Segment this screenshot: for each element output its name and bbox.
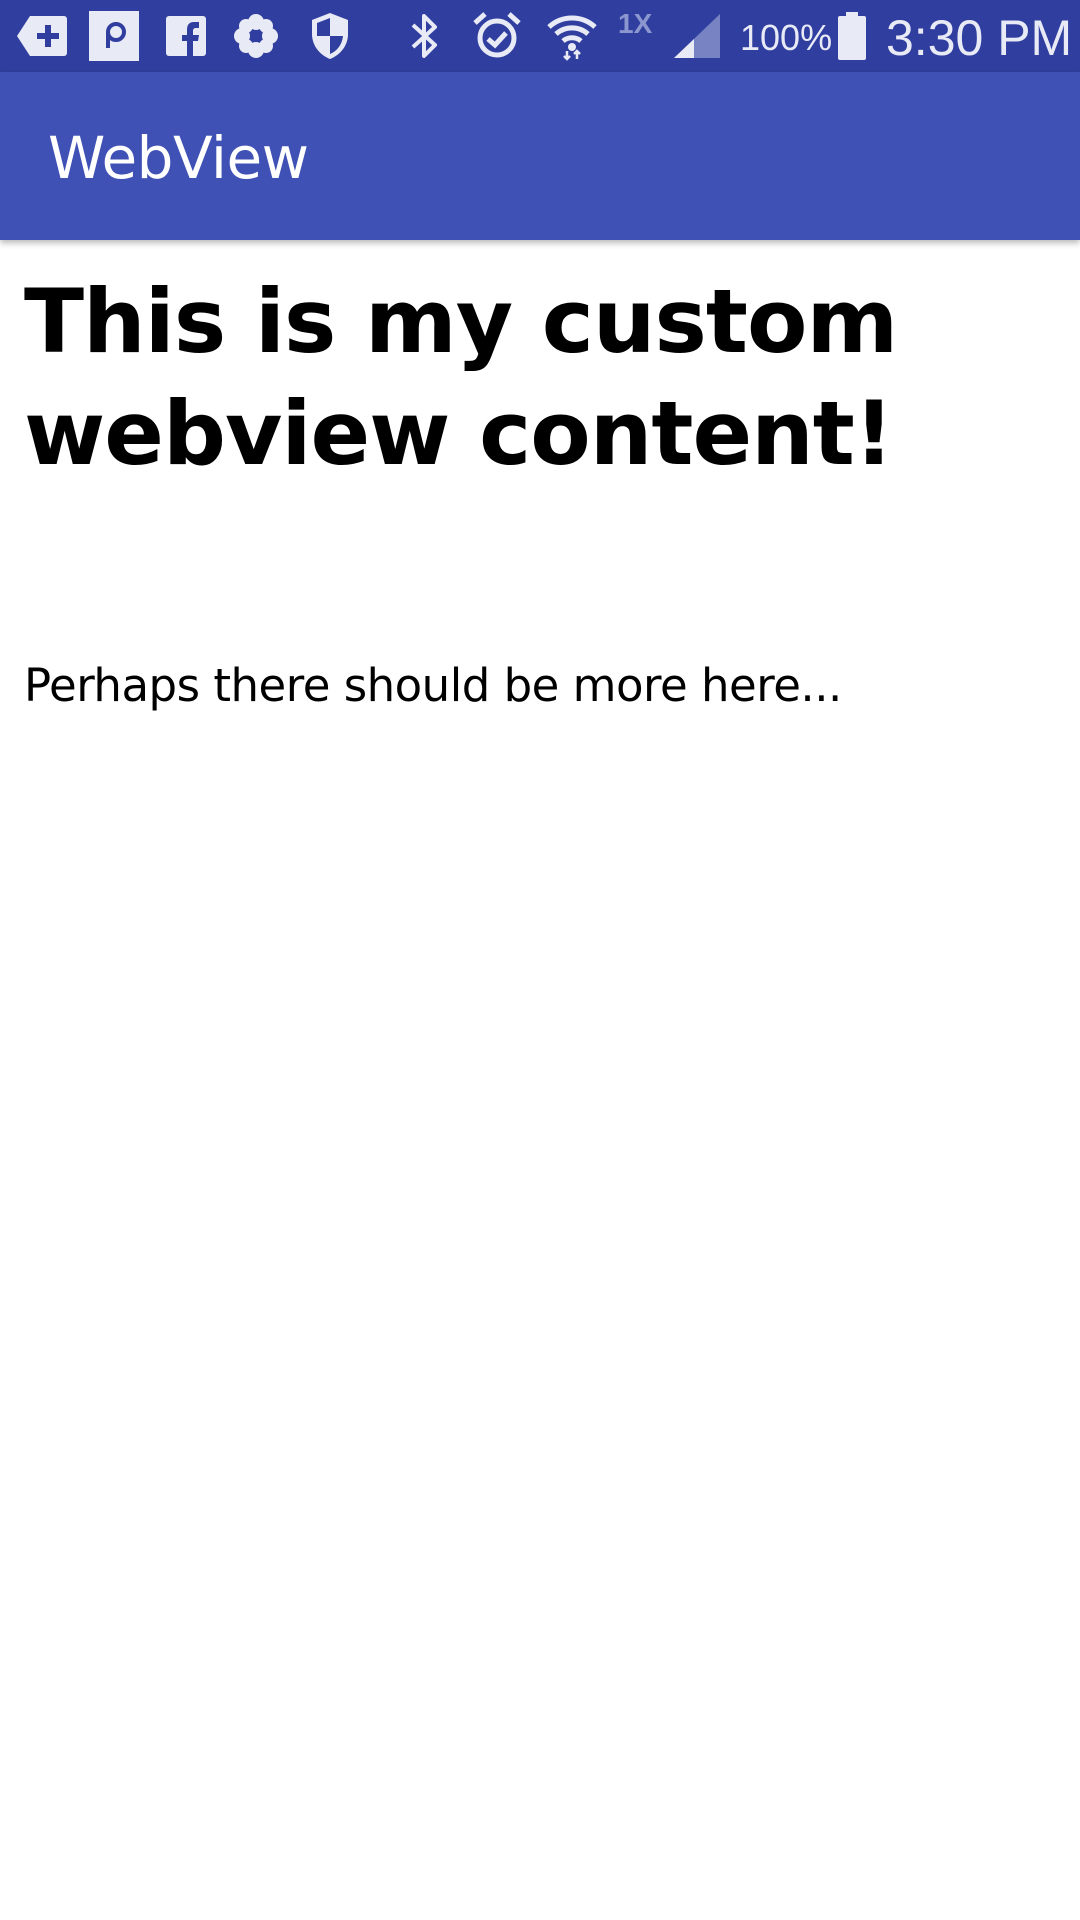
webview-paragraph: Perhaps there should be more here... [24,659,842,712]
flower-icon [232,12,280,60]
webview-heading: This is my custom webview content! [24,270,898,485]
facebook-icon [164,12,208,60]
status-bar: 1X 100% 3:30 PM [0,0,1080,72]
signal-icon [672,12,722,60]
app-bar: WebView [0,72,1080,240]
screen: 1X 100% 3:30 PM WebView This is my custo… [0,0,1080,1920]
network-type-label: 1X [618,8,653,39]
webview-content[interactable]: This is my custom webview content! Perha… [0,240,1080,1920]
bluetooth-icon [404,12,444,60]
status-clock: 3:30 PM [886,10,1073,66]
p-app-icon [88,11,140,61]
alarm-icon [472,12,522,60]
wifi-icon [544,12,600,61]
battery-percent: 100% [740,17,833,58]
shield-icon [308,12,352,60]
tag-plus-icon [16,12,68,60]
app-title: WebView [48,124,309,192]
battery-icon [836,12,868,60]
